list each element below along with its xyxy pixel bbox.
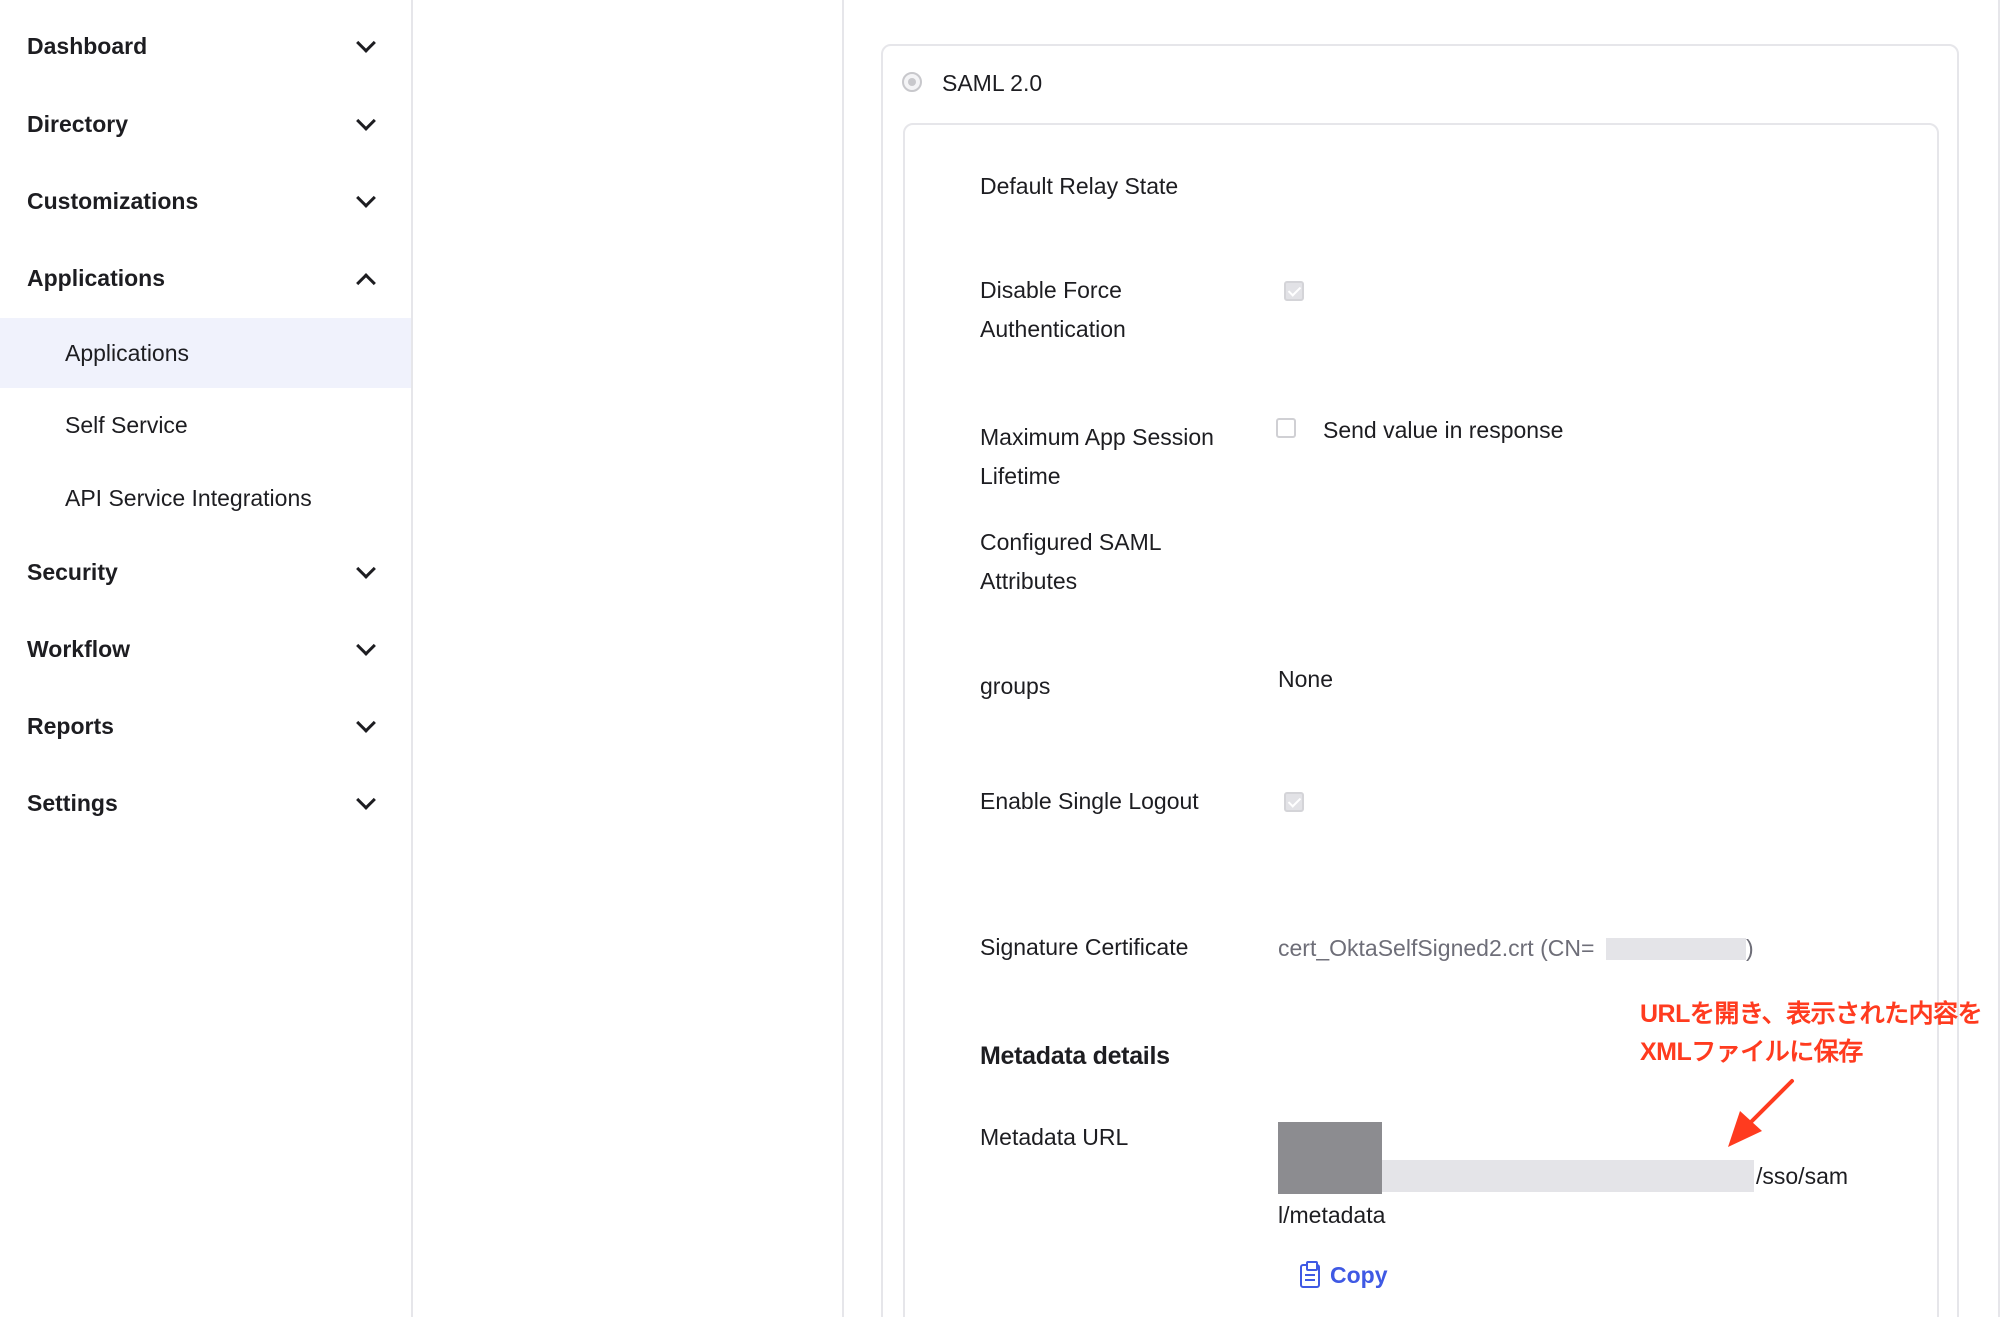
sidebar-item-applications[interactable]: Applications <box>0 248 411 308</box>
signature-certificate-prefix: cert_OktaSelfSigned2.crt (CN= <box>1278 935 1595 961</box>
annotation-line-1: URLを開き、表示された内容を <box>1640 1000 1983 1028</box>
default-relay-state-label: Default Relay State <box>980 173 1179 199</box>
chevron-down-icon <box>356 33 376 53</box>
disable-force-auth-label: Disable Force Authentication <box>980 277 1126 342</box>
annotation-note: URLを開き、表示された内容を XMLファイルに保存 <box>1640 995 2000 1071</box>
single-logout-checkbox[interactable] <box>1284 792 1304 812</box>
saml-radio[interactable] <box>902 72 922 92</box>
send-value-checkbox[interactable] <box>1276 418 1296 438</box>
sidebar-item-settings[interactable]: Settings <box>0 773 411 833</box>
chevron-down-icon <box>356 790 376 810</box>
chevron-down-icon <box>356 111 376 131</box>
page-edge-divider <box>1998 0 2000 1317</box>
metadata-url-tail-2: l/metadata <box>1278 1202 1386 1228</box>
clipboard-icon <box>1300 1260 1320 1288</box>
sidebar-item-label: Applications <box>27 264 166 291</box>
chevron-down-icon <box>356 559 376 579</box>
metadata-url-tail-1: /sso/sam <box>1756 1163 1849 1189</box>
sidebar-subitem-api-service-integrations[interactable]: API Service Integrations <box>0 463 411 533</box>
sidebar-item-label: Directory <box>27 110 128 137</box>
sidebar-subitem-self-service[interactable]: Self Service <box>0 390 411 460</box>
disable-force-auth-checkbox[interactable] <box>1284 281 1304 301</box>
single-logout-label: Enable Single Logout <box>980 788 1199 814</box>
groups-value: None <box>1278 666 1333 692</box>
chevron-up-icon <box>356 273 376 293</box>
saml-option-label: SAML 2.0 <box>942 70 1043 96</box>
chevron-down-icon <box>356 713 376 733</box>
redacted-url-part-2 <box>1382 1160 1754 1192</box>
sidebar-item-reports[interactable]: Reports <box>0 696 411 756</box>
annotation-arrow-icon <box>1728 1079 1794 1147</box>
redacted-url-part-1 <box>1278 1122 1382 1194</box>
sidebar-item-directory[interactable]: Directory <box>0 94 411 154</box>
sidebar-item-label: Customizations <box>27 187 199 214</box>
metadata-details-title: Metadata details <box>980 1042 1170 1070</box>
column-divider <box>842 0 844 1317</box>
max-session-lifetime-label: Maximum App Session Lifetime <box>980 424 1214 489</box>
redacted-cn <box>1606 938 1746 960</box>
sidebar-item-customizations[interactable]: Customizations <box>0 171 411 231</box>
signature-certificate-suffix: ) <box>1746 935 1754 961</box>
sidebar: Dashboard Directory Customizations Appli… <box>0 0 413 1317</box>
configured-saml-attributes-label: Configured SAML Attributes <box>980 529 1161 594</box>
sidebar-item-security[interactable]: Security <box>0 542 411 602</box>
sidebar-item-label: Settings <box>27 789 118 816</box>
sidebar-item-label: Workflow <box>27 635 131 662</box>
signature-certificate-label: Signature Certificate <box>980 934 1189 960</box>
copy-label: Copy <box>1330 1262 1388 1288</box>
chevron-down-icon <box>356 636 376 656</box>
sidebar-item-label: Reports <box>27 712 114 739</box>
metadata-url-label: Metadata URL <box>980 1124 1129 1150</box>
sidebar-item-dashboard[interactable]: Dashboard <box>0 16 411 76</box>
sidebar-item-label: Security <box>27 558 118 585</box>
sidebar-subitem-applications[interactable]: Applications <box>0 318 411 388</box>
groups-label: groups <box>980 673 1051 699</box>
sidebar-item-workflow[interactable]: Workflow <box>0 619 411 679</box>
send-value-label: Send value in response <box>1323 417 1564 443</box>
chevron-down-icon <box>356 188 376 208</box>
sidebar-item-label: Dashboard <box>27 32 148 59</box>
copy-button[interactable]: Copy <box>1300 1260 1388 1289</box>
annotation-line-2: XMLファイルに保存 <box>1640 1038 1863 1066</box>
